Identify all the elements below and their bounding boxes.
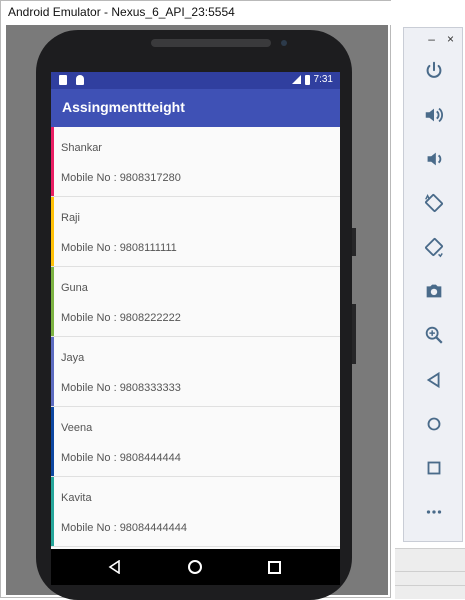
rotate-left-button[interactable] (420, 189, 448, 217)
status-indicators: 7:31 (291, 74, 333, 85)
accent-bar (51, 337, 54, 406)
rotate-right-icon (425, 238, 443, 258)
android-icon (75, 75, 84, 85)
app-bar: Assingmenttteight (51, 89, 340, 127)
overview-icon (427, 461, 441, 475)
rotate-left-icon (425, 194, 443, 212)
list-item[interactable]: Jaya Mobile No : 9808333333 (51, 337, 340, 407)
sd-card-icon (59, 75, 67, 85)
window-title: Android Emulator - Nexus_6_API_23:5554 (8, 5, 235, 19)
more-button[interactable] (420, 498, 448, 526)
side-button (352, 228, 356, 256)
home-icon (188, 560, 202, 574)
status-time: 7:31 (313, 74, 333, 85)
list-item[interactable]: Kavita Mobile No : 98084444444 (51, 477, 340, 547)
speaker-grill (151, 39, 271, 47)
app-title: Assingmenttteight (62, 99, 185, 115)
list-item[interactable]: Guna Mobile No : 9808222222 (51, 267, 340, 337)
notification-icons (59, 75, 84, 88)
panel-window-controls: – × (428, 32, 454, 46)
list-item[interactable]: Shankar Mobile No : 9808317280 (51, 127, 340, 197)
contact-list[interactable]: Shankar Mobile No : 9808317280 Raji Mobile … (51, 127, 340, 547)
emulator-control-panel: – × (403, 27, 463, 542)
accent-bar (51, 267, 54, 336)
minimize-button[interactable]: – (428, 32, 435, 46)
volume-up-icon (425, 107, 443, 123)
list-item[interactable]: Raji Mobile No : 9808111111 (51, 197, 340, 267)
battery-icon (304, 74, 310, 85)
panel-back-button[interactable] (420, 366, 448, 394)
contact-name: Jaya (61, 352, 85, 364)
overview-icon (267, 560, 281, 574)
list-item[interactable]: Veena Mobile No : 9808444444 (51, 407, 340, 477)
panel-overview-button[interactable] (420, 454, 448, 482)
contact-mobile: Mobile No : 9808111111 (61, 242, 177, 254)
panel-home-button[interactable] (420, 410, 448, 438)
back-icon (426, 371, 440, 389)
rotate-right-button[interactable] (420, 233, 448, 261)
power-button[interactable] (420, 57, 448, 85)
volume-up-button[interactable] (420, 101, 448, 129)
more-icon (426, 510, 442, 514)
device-screen: 7:31 Assingmenttteight Shankar Mobile No … (51, 72, 340, 549)
contact-mobile: Mobile No : 9808222222 (61, 312, 181, 324)
status-bar: 7:31 (51, 72, 340, 89)
accent-bar (51, 197, 54, 266)
back-icon (108, 560, 120, 574)
zoom-icon (425, 326, 443, 344)
contact-mobile: Mobile No : 9808333333 (61, 382, 181, 394)
volume-down-button[interactable] (420, 145, 448, 173)
close-button[interactable]: × (447, 32, 454, 46)
home-button[interactable] (186, 558, 204, 576)
contact-mobile: Mobile No : 9808317280 (61, 172, 181, 184)
signal-icon (291, 75, 301, 84)
contact-name: Shankar (61, 142, 102, 154)
contact-mobile: Mobile No : 98084444444 (61, 522, 187, 534)
accent-bar (51, 127, 54, 196)
recents-button[interactable] (265, 558, 283, 576)
emulator-titlebar[interactable]: Android Emulator - Nexus_6_API_23:5554 (1, 1, 392, 25)
volume-down-icon (427, 152, 442, 166)
contact-name: Raji (61, 212, 80, 224)
front-camera (281, 40, 287, 46)
side-button (352, 304, 356, 364)
contact-name: Guna (61, 282, 88, 294)
zoom-button[interactable] (420, 321, 448, 349)
camera-icon (426, 284, 442, 298)
screenshot-button[interactable] (420, 277, 448, 305)
back-button[interactable] (106, 558, 124, 576)
navigation-bar (51, 549, 340, 585)
power-icon (426, 61, 442, 78)
contact-name: Kavita (61, 492, 92, 504)
accent-bar (51, 477, 54, 546)
accent-bar (51, 407, 54, 476)
contact-mobile: Mobile No : 9808444444 (61, 452, 181, 464)
contact-name: Veena (61, 422, 93, 434)
home-icon (427, 417, 441, 431)
ide-bottom-panel (395, 548, 465, 599)
